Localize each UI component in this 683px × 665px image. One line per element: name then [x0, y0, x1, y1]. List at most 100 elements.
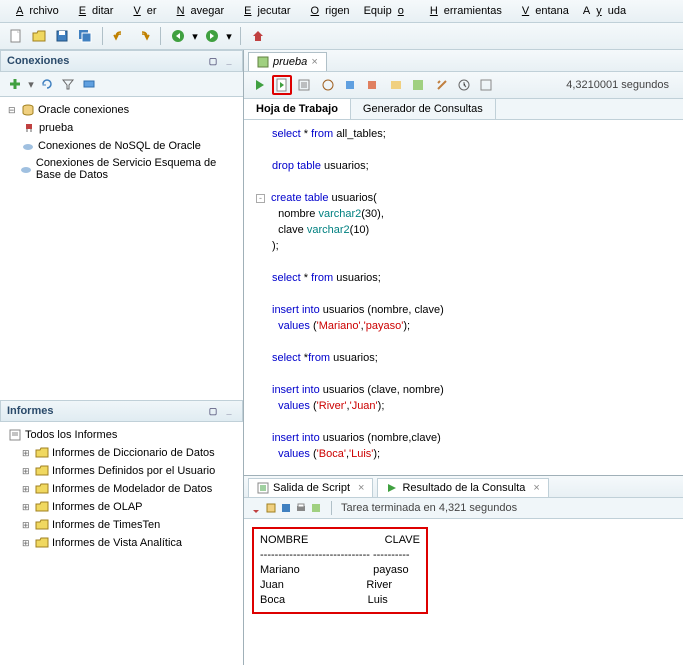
tree-item[interactable]: ⊞Informes Definidos por el Usuario [4, 462, 239, 480]
save-output-button[interactable] [280, 502, 292, 514]
menu-equipo[interactable]: Equipo [358, 2, 416, 20]
autotrace-button[interactable] [318, 75, 338, 95]
tree-item-label: Informes de TimesTen [52, 519, 160, 531]
explain-plan-button[interactable] [294, 75, 314, 95]
script-output[interactable]: NOMBRE CLAVE ---------------------------… [244, 519, 683, 665]
output-toolbar: Tarea terminada en 4,321 segundos [244, 498, 683, 519]
dropdown-icon[interactable]: ▾ [225, 26, 233, 46]
close-tab-icon[interactable]: × [311, 56, 317, 68]
expand-icon[interactable]: ⊞ [22, 520, 32, 531]
history-button[interactable] [454, 75, 474, 95]
expand-icon[interactable]: ⊟ [8, 105, 18, 116]
unshared-button[interactable] [408, 75, 428, 95]
editor-subtab-bar: Hoja de TrabajoGenerador de Consultas [244, 99, 683, 120]
folder-icon [35, 446, 49, 460]
output-result-box: NOMBRE CLAVE ---------------------------… [252, 527, 428, 614]
add-connection-button[interactable] [6, 75, 24, 93]
tab-prueba[interactable]: prueba × [248, 52, 327, 71]
execution-time: 4,3210001 segundos [566, 79, 677, 91]
save-button[interactable] [52, 26, 72, 46]
expand-icon[interactable]: ⊞ [22, 484, 32, 495]
tree-item[interactable]: ⊟Oracle conexiones [4, 101, 239, 119]
separator [240, 27, 241, 45]
tree-item[interactable]: Conexiones de Servicio Esquema de Base d… [4, 155, 239, 183]
print-button[interactable] [295, 502, 307, 514]
tree-item-label: Informes de Vista Analítica [52, 537, 182, 549]
sql-output-button[interactable] [310, 502, 322, 514]
tree-item-label: Conexiones de Servicio Esquema de Base d… [36, 157, 237, 181]
run-script-button[interactable] [272, 75, 292, 95]
menu-origen[interactable]: Origen [299, 2, 356, 20]
tree-item[interactable]: ⊞ Informes de Vista Analítica [4, 534, 239, 552]
close-icon[interactable]: _ [222, 404, 236, 418]
clear-output-button[interactable] [265, 502, 277, 514]
tab-label: prueba [273, 56, 307, 68]
conexiones-tree[interactable]: ⊟Oracle conexionesprueba Conexiones de No… [0, 97, 243, 400]
undo-button[interactable] [110, 26, 130, 46]
tree-item[interactable]: ⊞Informes de OLAP [4, 498, 239, 516]
menu-ventana[interactable]: Ventana [510, 2, 575, 20]
menu-ayuda[interactable]: Ayuda [577, 2, 632, 20]
rollback-button[interactable] [362, 75, 382, 95]
subtab-hoja-de-trabajo[interactable]: Hoja de Trabajo [244, 99, 351, 119]
pin-button[interactable] [250, 502, 262, 514]
expand-icon[interactable]: ⊞ [22, 502, 32, 513]
output-tab-0[interactable]: Salida de Script× [248, 478, 373, 497]
new-file-button[interactable] [6, 26, 26, 46]
output-panel: Salida de Script×Resultado de la Consult… [244, 475, 683, 665]
commit-button[interactable] [340, 75, 360, 95]
refresh-button[interactable] [38, 75, 56, 93]
folder-icon [35, 518, 49, 532]
output-tab-1[interactable]: Resultado de la Consulta× [377, 478, 548, 497]
tree-item[interactable]: Conexiones de NoSQL de Oracle [4, 137, 239, 155]
menu-herramientas[interactable]: Herramientas [418, 2, 508, 20]
folder-icon [35, 482, 49, 496]
worksheet-icon [257, 56, 269, 68]
home-button[interactable] [248, 26, 268, 46]
conexiones-toolbar: ▾ [0, 72, 243, 97]
tree-item[interactable]: prueba [4, 119, 239, 137]
informes-tree[interactable]: Todos los Informes⊞Informes de Diccionar… [0, 422, 243, 665]
sql-editor[interactable]: select * from all_tables; drop table usu… [244, 120, 683, 475]
filter-button[interactable] [59, 75, 77, 93]
tree-item[interactable]: ⊞Informes de Diccionario de Datos [4, 444, 239, 462]
tab-icon [386, 482, 398, 494]
menu-editar[interactable]: Editar [67, 2, 120, 20]
menu-navegar[interactable]: Navegar [165, 2, 231, 20]
close-icon[interactable]: × [358, 482, 364, 494]
file-tab-bar: prueba × [244, 50, 683, 72]
close-icon[interactable]: _ [222, 54, 236, 68]
tns-button[interactable] [80, 75, 98, 93]
expand-icon[interactable]: ⊞ [22, 448, 32, 459]
expand-icon[interactable]: ⊞ [22, 466, 32, 477]
menu-archivo[interactable]: Archivo [4, 2, 65, 20]
tree-item[interactable]: ⊞Informes de Modelador de Datos [4, 480, 239, 498]
saveall-button[interactable] [75, 26, 95, 46]
tree-item[interactable]: ⊞ Informes de TimesTen [4, 516, 239, 534]
run-statement-button[interactable] [250, 75, 270, 95]
menubar: ArchivoEditarVerNavegarEjecutarOrigenEqu… [0, 0, 683, 23]
sql-button[interactable] [386, 75, 406, 95]
cloud-icon [21, 139, 35, 153]
back-button[interactable] [168, 26, 188, 46]
dropdown-icon[interactable]: ▾ [27, 75, 35, 93]
close-icon[interactable]: × [533, 482, 539, 494]
tuning-button[interactable] [476, 75, 496, 95]
clear-button[interactable] [432, 75, 452, 95]
minimize-icon[interactable]: ▢ [206, 404, 220, 418]
minimize-icon[interactable]: ▢ [206, 54, 220, 68]
tree-item-label: Conexiones de NoSQL de Oracle [38, 140, 201, 152]
subtab-generador-de-consultas[interactable]: Generador de Consultas [351, 99, 496, 119]
conexiones-title: Conexiones [7, 55, 69, 67]
dropdown-icon[interactable]: ▾ [191, 26, 199, 46]
menu-ver[interactable]: Ver [121, 2, 162, 20]
redo-button[interactable] [133, 26, 153, 46]
menu-ejecutar[interactable]: Ejecutar [232, 2, 296, 20]
tree-item[interactable]: Todos los Informes [4, 426, 239, 444]
open-button[interactable] [29, 26, 49, 46]
output-status: Tarea terminada en 4,321 segundos [341, 502, 517, 514]
informes-panel-header: Informes ▢ _ [0, 400, 243, 422]
reports-icon [8, 428, 22, 442]
forward-button[interactable] [202, 26, 222, 46]
expand-icon[interactable]: ⊞ [22, 538, 32, 549]
